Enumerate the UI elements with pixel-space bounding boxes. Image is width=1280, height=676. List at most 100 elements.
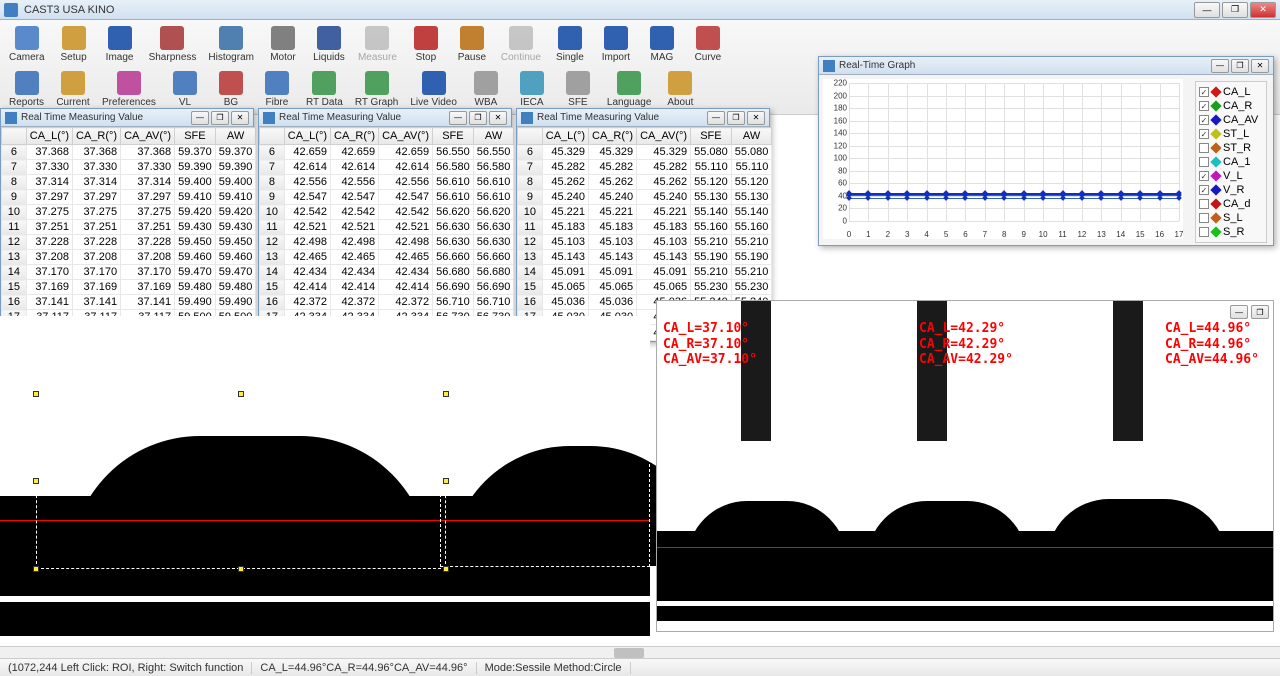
video-min-button[interactable]: — <box>1230 305 1248 319</box>
column-header[interactable]: CA_R(°) <box>331 128 379 145</box>
column-header[interactable]: AW <box>731 128 772 145</box>
table-row[interactable]: 1437.17037.17037.17059.47059.470 <box>2 265 256 280</box>
panel-restore-button[interactable]: ❐ <box>727 111 745 125</box>
legend-item-ca_1[interactable]: CA_1 <box>1199 155 1263 169</box>
toolbar-mag[interactable]: MAG <box>640 23 684 66</box>
column-header[interactable] <box>2 128 27 145</box>
roi-handle[interactable] <box>443 391 449 397</box>
toolbar-curve[interactable]: Curve <box>686 23 730 66</box>
table-row[interactable]: 1142.52142.52142.52156.63056.630 <box>260 220 514 235</box>
toolbar-liquids[interactable]: Liquids <box>307 23 351 66</box>
table-row[interactable]: 1245.10345.10345.10355.21055.210 <box>518 235 772 250</box>
roi-handle[interactable] <box>443 566 449 572</box>
panel-close-button[interactable]: ✕ <box>747 111 765 125</box>
table-row[interactable]: 645.32945.32945.32955.08055.080 <box>518 145 772 160</box>
legend-item-ca_av[interactable]: ✓CA_AV <box>1199 113 1263 127</box>
realtime-graph-panel[interactable]: Real-Time Graph — ❐ ✕ 220200180160140120… <box>818 56 1274 246</box>
video-restore-button[interactable]: ❐ <box>1251 305 1269 319</box>
toolbar-language[interactable]: Language <box>602 68 657 111</box>
panel-min-button[interactable]: — <box>191 111 209 125</box>
toolbar-preferences[interactable]: Preferences <box>97 68 161 111</box>
legend-item-ca_l[interactable]: ✓CA_L <box>1199 85 1263 99</box>
toolbar-single[interactable]: Single <box>548 23 592 66</box>
legend-item-st_r[interactable]: ST_R <box>1199 141 1263 155</box>
panel-restore-button[interactable]: ❐ <box>1231 59 1249 73</box>
column-header[interactable]: SFE <box>175 128 216 145</box>
column-header[interactable]: CA_AV(°) <box>379 128 433 145</box>
graph-plot-area[interactable]: 2202001801601401201008060402000123456789… <box>823 79 1183 239</box>
roi-handle[interactable] <box>33 391 39 397</box>
table-row[interactable]: 1242.49842.49842.49856.63056.630 <box>260 235 514 250</box>
table-row[interactable]: 1542.41442.41442.41456.69056.690 <box>260 280 514 295</box>
toolbar-rt-graph[interactable]: RT Graph <box>350 68 404 111</box>
toolbar-vl[interactable]: VL <box>163 68 207 111</box>
table-row[interactable]: 745.28245.28245.28255.11055.110 <box>518 160 772 175</box>
toolbar-camera[interactable]: Camera <box>4 23 50 66</box>
horizontal-scrollbar[interactable] <box>0 646 1280 658</box>
toolbar-setup[interactable]: Setup <box>52 23 96 66</box>
table-row[interactable]: 1442.43442.43442.43456.68056.680 <box>260 265 514 280</box>
legend-checkbox[interactable] <box>1199 199 1209 209</box>
live-video-left[interactable] <box>0 316 650 644</box>
table-row[interactable]: 1345.14345.14345.14355.19055.190 <box>518 250 772 265</box>
minimize-button[interactable]: — <box>1194 2 1220 18</box>
toolbar-wba[interactable]: WBA <box>464 68 508 111</box>
table-row[interactable]: 837.31437.31437.31459.40059.400 <box>2 175 256 190</box>
column-header[interactable] <box>518 128 543 145</box>
measuring-value-table[interactable]: CA_L(°)CA_R(°)CA_AV(°)SFEAW637.36837.368… <box>1 127 256 341</box>
toolbar-sfe[interactable]: SFE <box>556 68 600 111</box>
legend-item-s_r[interactable]: S_R <box>1199 225 1263 239</box>
column-header[interactable]: CA_AV(°) <box>121 128 175 145</box>
table-row[interactable]: 1342.46542.46542.46556.66056.660 <box>260 250 514 265</box>
column-header[interactable] <box>260 128 285 145</box>
roi-box-1[interactable] <box>36 394 446 569</box>
table-row[interactable]: 1337.20837.20837.20859.46059.460 <box>2 250 256 265</box>
panel-min-button[interactable]: — <box>707 111 725 125</box>
column-header[interactable]: SFE <box>691 128 732 145</box>
roi-handle[interactable] <box>238 391 244 397</box>
table-row[interactable]: 1445.09145.09145.09155.21055.210 <box>518 265 772 280</box>
live-video-right[interactable]: CA_L=37.10° CA_R=37.10° CA_AV=37.10° CA_… <box>656 300 1274 632</box>
toolbar-about[interactable]: About <box>658 68 702 111</box>
table-row[interactable]: 842.55642.55642.55656.61056.610 <box>260 175 514 190</box>
table-row[interactable]: 1537.16937.16937.16959.48059.480 <box>2 280 256 295</box>
legend-checkbox[interactable] <box>1199 227 1209 237</box>
roi-box-2[interactable] <box>440 434 650 567</box>
column-header[interactable]: SFE <box>433 128 474 145</box>
panel-restore-button[interactable]: ❐ <box>469 111 487 125</box>
toolbar-image[interactable]: Image <box>98 23 142 66</box>
column-header[interactable]: CA_R(°) <box>73 128 121 145</box>
legend-checkbox[interactable]: ✓ <box>1199 185 1209 195</box>
toolbar-bg[interactable]: BG <box>209 68 253 111</box>
column-header[interactable]: CA_R(°) <box>589 128 637 145</box>
legend-item-ca_d[interactable]: CA_d <box>1199 197 1263 211</box>
legend-item-ca_r[interactable]: ✓CA_R <box>1199 99 1263 113</box>
legend-checkbox[interactable] <box>1199 143 1209 153</box>
toolbar-ieca[interactable]: IECA <box>510 68 554 111</box>
panel-close-button[interactable]: ✕ <box>489 111 507 125</box>
legend-checkbox[interactable] <box>1199 157 1209 167</box>
toolbar-stop[interactable]: Stop <box>404 23 448 66</box>
column-header[interactable]: CA_L(°) <box>542 128 588 145</box>
realtime-value-panel-1[interactable]: Real Time Measuring Value—❐✕CA_L(°)CA_R(… <box>0 108 254 342</box>
legend-item-v_l[interactable]: ✓V_L <box>1199 169 1263 183</box>
toolbar-rt-data[interactable]: RT Data <box>301 68 348 111</box>
baseline-right[interactable] <box>657 547 1273 548</box>
column-header[interactable]: CA_AV(°) <box>637 128 691 145</box>
table-row[interactable]: 1545.06545.06545.06555.23055.230 <box>518 280 772 295</box>
table-row[interactable]: 942.54742.54742.54756.61056.610 <box>260 190 514 205</box>
toolbar-fibre[interactable]: Fibre <box>255 68 299 111</box>
legend-checkbox[interactable]: ✓ <box>1199 87 1209 97</box>
table-row[interactable]: 637.36837.36837.36859.37059.370 <box>2 145 256 160</box>
graph-legend[interactable]: ✓CA_L✓CA_R✓CA_AV✓ST_LST_RCA_1✓V_L✓V_RCA_… <box>1195 81 1267 243</box>
roi-handle[interactable] <box>238 566 244 572</box>
toolbar-current[interactable]: Current <box>51 68 95 111</box>
legend-checkbox[interactable] <box>1199 213 1209 223</box>
maximize-button[interactable]: ❐ <box>1222 2 1248 18</box>
column-header[interactable]: CA_L(°) <box>284 128 330 145</box>
column-header[interactable]: CA_L(°) <box>26 128 72 145</box>
legend-checkbox[interactable]: ✓ <box>1199 171 1209 181</box>
scrollbar-thumb[interactable] <box>614 648 644 658</box>
panel-close-button[interactable]: ✕ <box>1251 59 1269 73</box>
toolbar-motor[interactable]: Motor <box>261 23 305 66</box>
